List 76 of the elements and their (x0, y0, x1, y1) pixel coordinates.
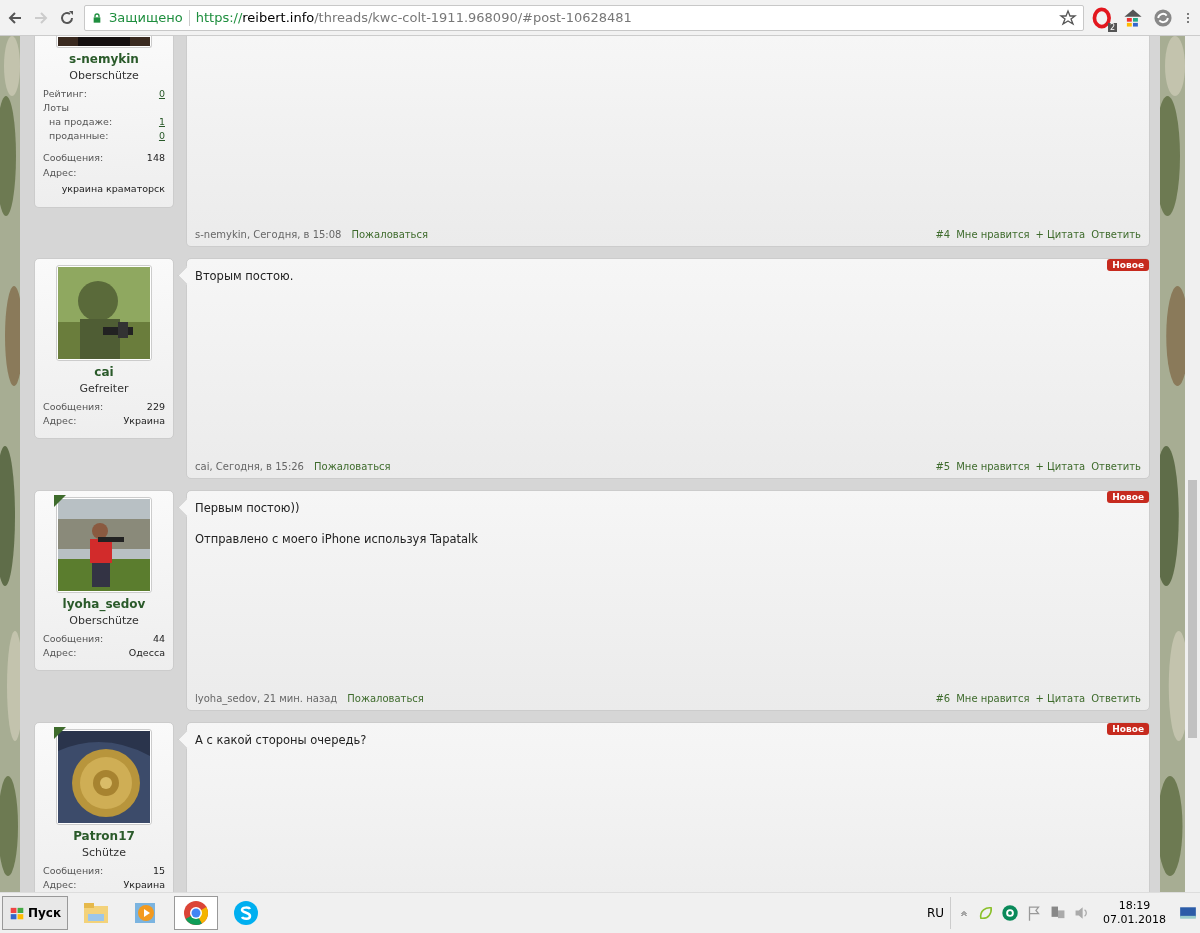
stat-label: Сообщения: (43, 400, 104, 414)
clock-time: 18:19 (1118, 899, 1151, 913)
message-text: Вторым постою. (195, 269, 295, 283)
lock-icon[interactable] (91, 10, 103, 25)
user-rank: Gefreiter (79, 382, 129, 395)
url-text: https://reibert.info/threads/kwc-colt-1911.968090/#post-10628481 (195, 10, 632, 25)
star-icon[interactable] (1059, 8, 1077, 27)
stat-link[interactable]: 0 (158, 87, 165, 101)
leaf-icon[interactable] (977, 904, 995, 922)
username[interactable]: lyoha_sedov (62, 597, 146, 611)
stat-link[interactable]: 1 (158, 115, 165, 129)
scrollbar[interactable] (1185, 36, 1200, 892)
reply-link[interactable]: Ответить (1091, 229, 1141, 240)
stat-label: проданные: (49, 129, 109, 143)
skype-icon[interactable] (232, 899, 261, 927)
username[interactable]: cai (94, 365, 114, 379)
reply-link[interactable]: Ответить (1091, 461, 1141, 472)
stat-label: Сообщения: (43, 632, 104, 646)
post-meta: cai, Сегодня, в 15:26 (195, 461, 304, 472)
post-meta: lyoha_sedov, 21 мин. назад (195, 693, 338, 704)
quote-link[interactable]: + Цитата (1035, 229, 1086, 240)
stat-value: 229 (146, 400, 165, 414)
post-number-link[interactable]: #5 (935, 461, 951, 472)
security-label: Защищено (109, 10, 183, 25)
user-rank: Oberschütze (69, 614, 139, 627)
author-link[interactable]: s-nemykin (195, 229, 247, 240)
start-button[interactable]: Пуск (2, 896, 69, 930)
count-badge: 2 (1107, 22, 1117, 32)
chrome-icon[interactable] (182, 899, 211, 927)
username[interactable]: s-nemykin (69, 52, 139, 66)
report-link[interactable]: Пожаловаться (351, 229, 428, 240)
message-text: Первым постою)) (195, 501, 301, 515)
quote-link[interactable]: + Цитата (1035, 693, 1086, 704)
stat-label: на продаже: (49, 115, 113, 129)
message-text: Отправлено с моего iPhone используя Tapatalk (195, 532, 479, 546)
stat-label: Адрес: (43, 166, 78, 180)
reload-icon[interactable] (58, 8, 76, 27)
camera-icon[interactable] (1001, 904, 1019, 922)
report-link[interactable]: Пожаловаться (347, 693, 424, 704)
stat-value: 44 (152, 632, 165, 646)
author-link[interactable]: lyoha_sedov (195, 693, 258, 704)
reply-link[interactable]: Ответить (1091, 693, 1141, 704)
windows-logo-icon (9, 905, 25, 921)
stat-label: Адрес: (43, 414, 77, 428)
message-text: А с какой стороны очередь? (195, 733, 368, 747)
stat-value: 148 (146, 151, 165, 165)
like-link[interactable]: Мне нравится (956, 229, 1030, 240)
address-bar[interactable]: Защищено https://reibert.info/threads/kwc-colt-1911.968090/#post-10628481 (84, 4, 1084, 31)
clock-date: 07.01.2018 (1103, 913, 1166, 927)
like-link[interactable]: Мне нравится (956, 693, 1030, 704)
stat-label: Адрес: (43, 878, 77, 892)
new-badge: Новое (1107, 491, 1149, 503)
stat-label: Сообщения: (43, 864, 104, 878)
post-number-link[interactable]: #4 (935, 229, 951, 240)
user-rank: Schütze (82, 846, 126, 859)
stat-value: украина краматорск (61, 182, 165, 196)
stat-label: Рейтинг: (43, 87, 87, 101)
stat-label: Лоты (43, 101, 69, 115)
post-number-link[interactable]: #6 (935, 693, 951, 704)
like-link[interactable]: Мне нравится (956, 461, 1030, 472)
stat-value: 15 (152, 864, 165, 878)
username[interactable]: Patron17 (73, 829, 135, 843)
stat-label: Адрес: (43, 646, 77, 660)
stat-value: Украина (123, 414, 165, 428)
report-link[interactable]: Пожаловаться (314, 461, 391, 472)
stat-value: Одесса (128, 646, 165, 660)
post-meta: s-nemykin, Сегодня, в 15:08 (195, 229, 342, 240)
new-badge: Новое (1107, 723, 1149, 735)
user-rank: Oberschütze (69, 69, 139, 82)
stat-label: Сообщения: (43, 151, 104, 165)
quote-link[interactable]: + Цитата (1035, 461, 1086, 472)
stat-link[interactable]: 0 (158, 129, 165, 143)
new-badge: Новое (1107, 259, 1149, 271)
stat-value: Украина (123, 878, 165, 892)
language-indicator[interactable]: RU (926, 906, 944, 920)
opera-icon[interactable] (1092, 6, 1114, 29)
